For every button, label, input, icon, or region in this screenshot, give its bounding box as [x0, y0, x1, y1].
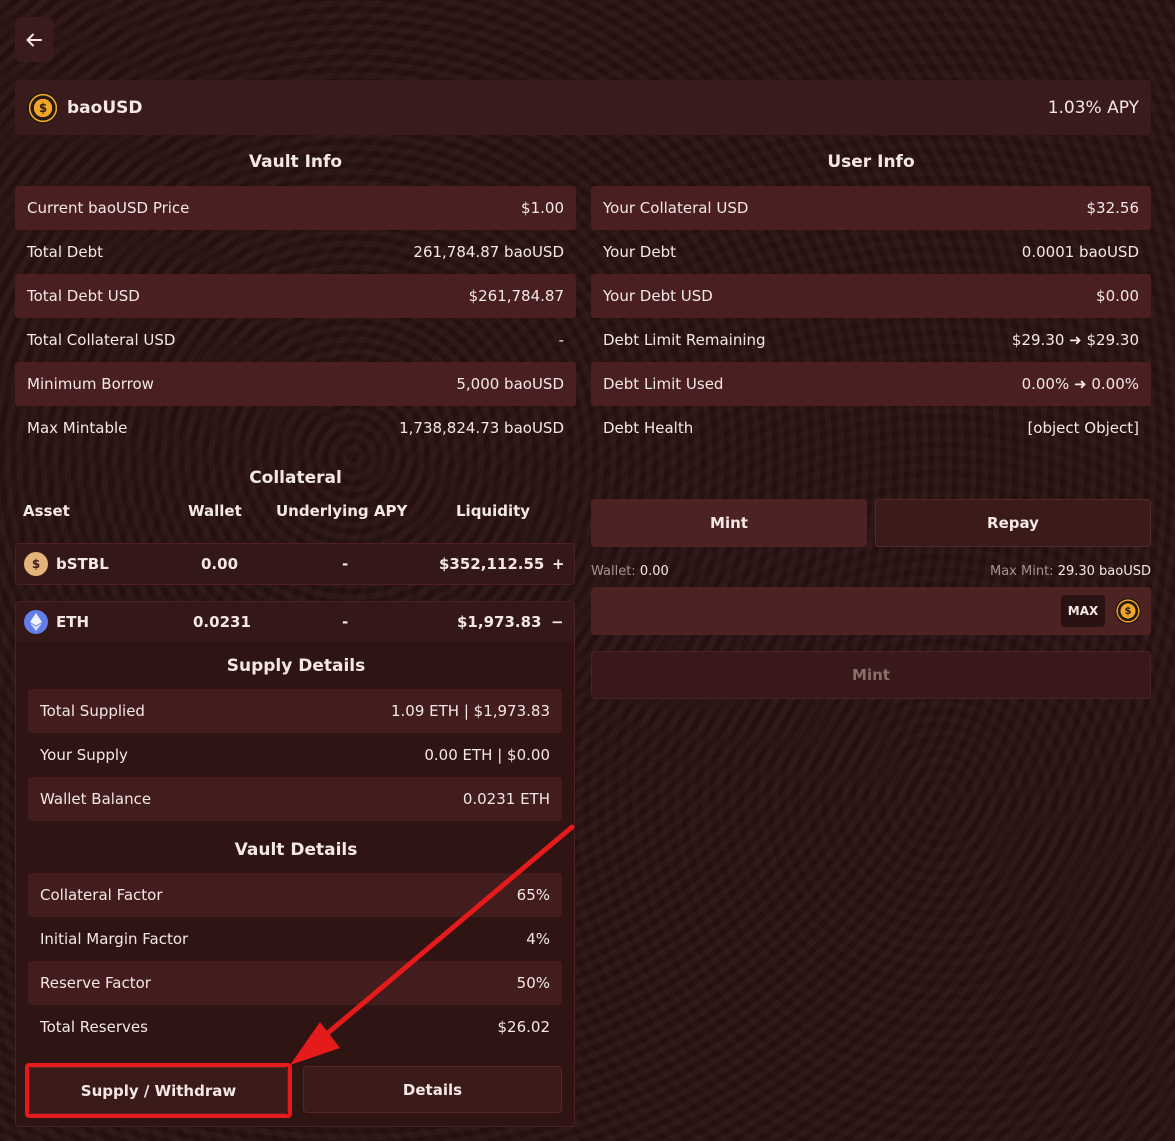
row-value: 0.00% ➜ 0.00%	[1021, 375, 1139, 393]
user-info-row: Your Debt 0.0001 baoUSD	[591, 230, 1151, 274]
row-label: Total Reserves	[40, 1018, 148, 1036]
vault-info-table: Current baoUSD Price $1.00 Total Debt 261,…	[15, 186, 576, 450]
row-label: Initial Margin Factor	[40, 930, 189, 948]
row-label: Minimum Borrow	[27, 375, 154, 393]
row-value: 0.0001 baoUSD	[1021, 243, 1139, 261]
max-mint: Max Mint: 29.30 baoUSD	[990, 564, 1151, 579]
row-label: Debt Limit Remaining	[603, 331, 766, 349]
arrow-left-icon	[26, 33, 42, 46]
row-label: Your Supply	[40, 746, 128, 764]
supply-detail-row: Your Supply 0.00 ETH | $0.00	[28, 733, 562, 777]
row-label: Total Supplied	[40, 702, 145, 720]
row-label: Current baoUSD Price	[27, 199, 190, 217]
user-info-title: User Info	[827, 152, 915, 172]
column-wallet: Wallet	[188, 502, 242, 520]
max-mint-label: Max Mint:	[989, 564, 1054, 579]
row-value: $261,784.87	[468, 287, 564, 305]
collateral-title: Collateral	[249, 468, 342, 488]
row-label: Your Debt USD	[603, 287, 713, 305]
supply-detail-row: Wallet Balance 0.0231 ETH	[28, 777, 562, 821]
vault-header: $ baoUSD 1.03% APY	[15, 80, 1151, 135]
row-label: Debt Limit Used	[603, 375, 724, 393]
expand-plus-icon[interactable]: +	[552, 555, 565, 573]
row-value: 1.09 ETH | $1,973.83	[390, 702, 550, 720]
wallet-value: 0.00	[639, 564, 669, 579]
baousd-coin-icon: $	[27, 91, 59, 124]
asset-liquidity: $1,973.83	[457, 613, 542, 631]
user-info-row: Your Collateral USD $32.56	[591, 186, 1151, 230]
row-label: Max Mintable	[27, 419, 128, 437]
vault-info-row: Max Mintable 1,738,824.73 baoUSD	[15, 406, 576, 450]
vault-token: $ baoUSD	[27, 91, 143, 124]
vault-info-row: Total Debt 261,784.87 baoUSD	[15, 230, 576, 274]
column-underlying-apy: Underlying APY	[276, 502, 408, 520]
vault-info-row: Total Debt USD $261,784.87	[15, 274, 576, 318]
row-value: -	[558, 331, 564, 349]
max-mint-value: 29.30 baoUSD	[1057, 564, 1151, 579]
asset-name: bSTBL	[56, 555, 109, 573]
user-info-row: Your Debt USD $0.00	[591, 274, 1151, 318]
row-value: 0.00 ETH | $0.00	[424, 746, 550, 764]
asset-apy: -	[342, 613, 349, 631]
mint-submit-button[interactable]: Mint	[591, 651, 1151, 699]
bstbl-coin-icon: $	[24, 552, 48, 576]
vault-info-row: Current baoUSD Price $1.00	[15, 186, 576, 230]
collapse-minus-icon[interactable]: −	[551, 613, 564, 631]
column-liquidity: Liquidity	[456, 502, 531, 520]
vault-info-title: Vault Info	[248, 152, 343, 172]
mint-meta: Wallet: 0.00 Max Mint: 29.30 baoUSD	[591, 564, 1151, 579]
mint-amount-input[interactable]: MAX $	[591, 587, 1151, 635]
details-button[interactable]: Details	[303, 1066, 562, 1113]
collateral-asset-row-bstbl[interactable]: $ bSTBL 0.00 - $352,112.55 +	[15, 543, 575, 585]
vault-apy: 1.03% APY	[1047, 97, 1139, 118]
supply-details-table: Total Supplied 1.09 ETH | $1,973.83 Your …	[28, 689, 562, 821]
row-value: 0.0231 ETH	[462, 790, 550, 808]
max-button[interactable]: MAX	[1061, 595, 1105, 627]
supply-details-title: Supply Details	[226, 656, 366, 676]
collateral-asset-row-eth[interactable]: ETH 0.0231 - $1,973.83 −	[15, 601, 575, 643]
row-value: 5,000 baoUSD	[456, 375, 564, 393]
user-info-row: Debt Health [object Object]	[591, 406, 1151, 450]
wallet-label: Wallet:	[591, 564, 636, 579]
asset-wallet: 0.0231	[193, 613, 251, 631]
asset-apy: -	[342, 555, 349, 573]
row-label: Your Collateral USD	[603, 199, 749, 217]
eth-icon	[24, 610, 48, 634]
row-label: Your Debt	[603, 243, 676, 261]
asset-name: ETH	[56, 613, 90, 631]
user-info-row: Debt Limit Remaining $29.30 ➜ $29.30	[591, 318, 1151, 362]
row-label: Wallet Balance	[40, 790, 152, 808]
supply-detail-row: Total Supplied 1.09 ETH | $1,973.83	[28, 689, 562, 733]
row-value: [object Object]	[1027, 419, 1139, 437]
asset-wallet: 0.00	[201, 555, 239, 573]
row-value: $32.56	[1086, 199, 1140, 217]
user-info-row: Debt Limit Used 0.00% ➜ 0.00%	[591, 362, 1151, 406]
wallet-balance: Wallet: 0.00	[591, 564, 669, 579]
row-value: $0.00	[1096, 287, 1139, 305]
back-button[interactable]	[15, 17, 53, 62]
row-label: Total Collateral USD	[27, 331, 176, 349]
vault-info-row: Minimum Borrow 5,000 baoUSD	[15, 362, 576, 406]
row-value: 1,738,824.73 baoUSD	[399, 419, 564, 437]
collateral-column-headers: Asset Wallet Underlying APY Liquidity	[23, 502, 575, 524]
annotation-arrow	[290, 824, 575, 1065]
column-asset: Asset	[23, 502, 70, 520]
baousd-coin-icon: $	[1115, 598, 1141, 624]
tab-mint[interactable]: Mint	[591, 499, 867, 547]
row-value: $29.30 ➜ $29.30	[1011, 331, 1139, 349]
row-label: Reserve Factor	[40, 974, 151, 992]
row-label: Total Debt USD	[27, 287, 140, 305]
asset-liquidity: $352,112.55	[439, 555, 545, 573]
token-name: baoUSD	[67, 97, 143, 118]
row-label: Collateral Factor	[40, 886, 163, 904]
tab-repay[interactable]: Repay	[875, 499, 1151, 547]
user-info-table: Your Collateral USD $32.56 Your Debt 0.000…	[591, 186, 1151, 450]
row-label: Total Debt	[27, 243, 103, 261]
row-value: $1.00	[521, 199, 564, 217]
row-label: Debt Health	[603, 419, 694, 437]
annotation-highlight-box	[25, 1063, 292, 1118]
row-value: 261,784.87 baoUSD	[413, 243, 564, 261]
vault-info-row: Total Collateral USD -	[15, 318, 576, 362]
